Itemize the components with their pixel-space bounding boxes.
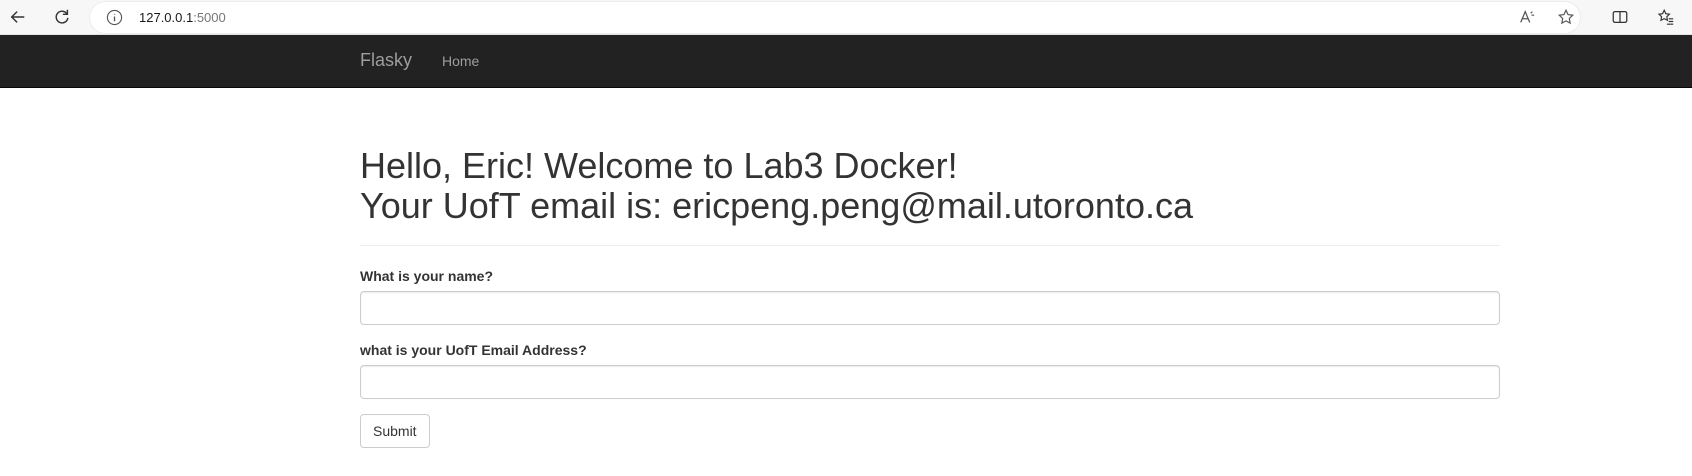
url-host: 127.0.0.1 (139, 10, 194, 25)
page-header: Hello, Eric! Welcome to Lab3 Docker! You… (360, 146, 1500, 246)
site-info-icon[interactable] (106, 9, 123, 26)
reload-icon (55, 9, 69, 24)
url-port: :5000 (193, 10, 226, 25)
star-icon (1557, 8, 1575, 25)
submit-button[interactable]: Submit (360, 414, 430, 448)
name-form-group: What is your name? (360, 268, 1500, 325)
address-bar[interactable]: 127.0.0.1:5000 (90, 2, 1580, 33)
email-label: what is your UofT Email Address? (360, 342, 587, 358)
name-input[interactable] (360, 291, 1500, 325)
favorites-list-icon (1657, 8, 1674, 25)
address-text[interactable]: 127.0.0.1:5000 (139, 10, 226, 25)
nav-link-home[interactable]: Home (442, 53, 479, 69)
split-screen-icon (1612, 10, 1628, 24)
main-content: Hello, Eric! Welcome to Lab3 Docker! You… (360, 87, 1500, 448)
read-aloud-icon (1520, 9, 1535, 23)
browser-toolbar: 127.0.0.1:5000 (0, 0, 1692, 35)
email-form-group: what is your UofT Email Address? (360, 342, 1500, 399)
read-aloud-button[interactable] (1518, 8, 1538, 28)
name-label: What is your name? (360, 268, 494, 284)
navbar-brand[interactable]: Flasky (360, 50, 412, 71)
reload-button[interactable] (47, 3, 77, 31)
favorite-button[interactable] (1557, 8, 1577, 28)
greeting-text: Hello, Eric! Welcome to Lab3 Docker! (360, 145, 958, 186)
favorites-button[interactable] (1651, 3, 1681, 31)
user-form: What is your name? what is your UofT Ema… (360, 268, 1500, 448)
navbar: Flasky Home (0, 35, 1692, 88)
back-button[interactable] (3, 3, 33, 31)
email-input[interactable] (360, 365, 1500, 399)
split-screen-button[interactable] (1605, 3, 1635, 31)
back-arrow-icon (10, 11, 25, 23)
email-text: Your UofT email is: ericpeng.peng@mail.u… (360, 185, 1193, 226)
page-title: Hello, Eric! Welcome to Lab3 Docker! You… (360, 146, 1500, 226)
